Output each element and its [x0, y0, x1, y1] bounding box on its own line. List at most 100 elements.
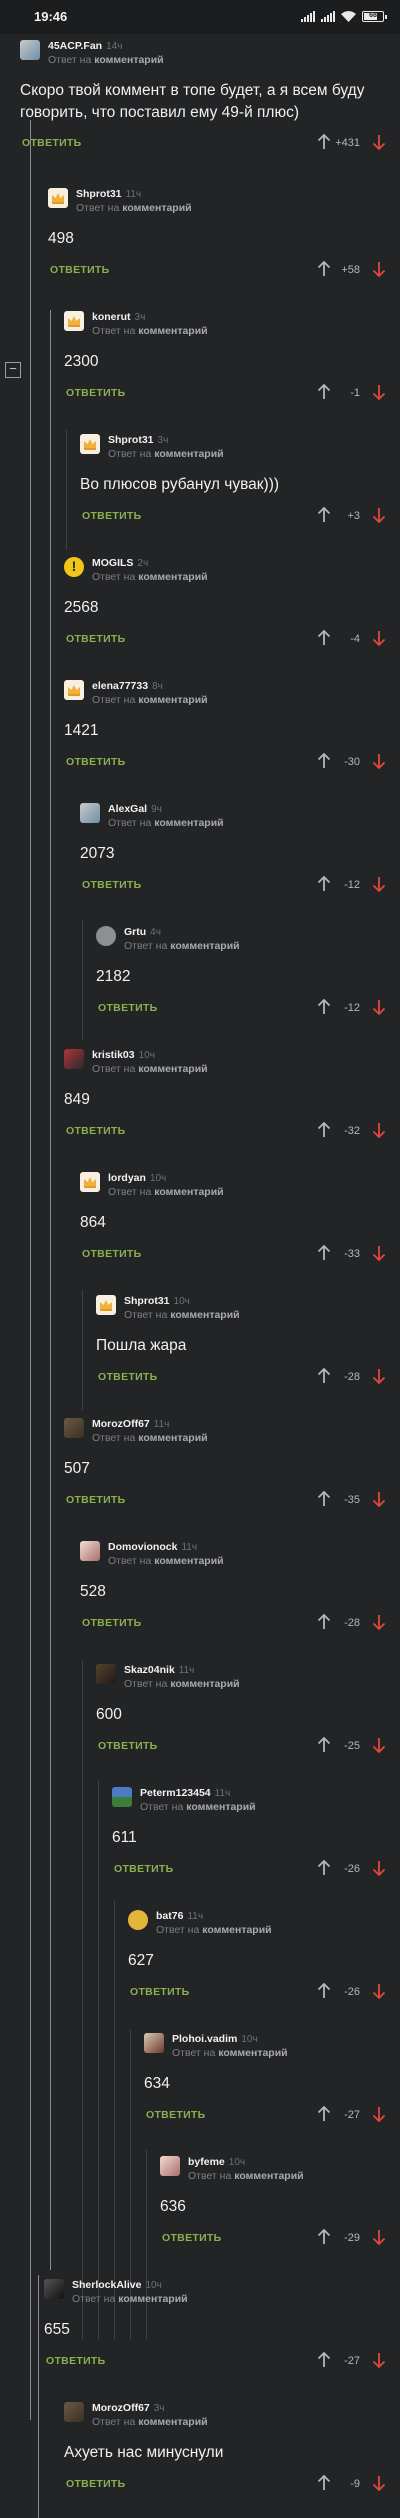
username[interactable]: Shprot31 10ч	[124, 1295, 190, 1307]
username-text[interactable]: MorozOff67	[92, 1418, 150, 1430]
username[interactable]: konerut 3ч	[92, 311, 145, 323]
avatar[interactable]	[80, 803, 100, 823]
avatar[interactable]	[128, 1910, 148, 1930]
reply-target-link[interactable]: комментарий	[138, 571, 207, 583]
avatar[interactable]	[20, 40, 40, 60]
username-text[interactable]: Shprot31	[108, 434, 154, 446]
arrow-down-icon[interactable]	[372, 1737, 386, 1754]
arrow-down-icon[interactable]	[372, 630, 386, 647]
reply-target-link[interactable]: комментарий	[94, 54, 163, 66]
username-text[interactable]: Shprot31	[76, 188, 122, 200]
reply-target-link[interactable]: комментарий	[186, 1801, 255, 1813]
arrow-down-icon[interactable]	[372, 1368, 386, 1385]
avatar[interactable]	[96, 1664, 116, 1684]
username[interactable]: 45ACP.Fan 14ч	[48, 40, 122, 52]
username-text[interactable]: elena77733	[92, 680, 148, 692]
arrow-down-icon[interactable]	[372, 507, 386, 524]
reply-button[interactable]: ОТВЕТИТЬ	[98, 1740, 158, 1752]
avatar[interactable]	[44, 2279, 64, 2299]
reply-target-link[interactable]: комментарий	[138, 2416, 207, 2428]
username[interactable]: bat76 11ч	[156, 1910, 203, 1922]
username[interactable]: MOGILS 2ч	[92, 557, 148, 569]
arrow-down-icon[interactable]	[372, 2475, 386, 2492]
username[interactable]: Grtu 4ч	[124, 926, 161, 938]
avatar[interactable]	[112, 1787, 132, 1807]
username-text[interactable]: Shprot31	[124, 1295, 170, 1307]
reply-button[interactable]: ОТВЕТИТЬ	[82, 1248, 142, 1260]
arrow-down-icon[interactable]	[372, 1122, 386, 1139]
arrow-down-icon[interactable]	[372, 261, 386, 278]
avatar[interactable]	[80, 1172, 100, 1192]
username-text[interactable]: Domovionock	[108, 1541, 177, 1553]
reply-target-link[interactable]: комментарий	[118, 2293, 187, 2305]
username[interactable]: lordyan 10ч	[108, 1172, 166, 1184]
username[interactable]: Skaz04nik 11ч	[124, 1664, 194, 1676]
arrow-down-icon[interactable]	[372, 2229, 386, 2246]
username[interactable]: Shprot31 11ч	[76, 188, 141, 200]
reply-button[interactable]: ОТВЕТИТЬ	[46, 2355, 106, 2367]
arrow-down-icon[interactable]	[372, 1491, 386, 1508]
reply-target-link[interactable]: комментарий	[170, 1678, 239, 1690]
username-text[interactable]: Plohoi.vadim	[172, 2033, 237, 2045]
reply-button[interactable]: ОТВЕТИТЬ	[66, 633, 126, 645]
avatar[interactable]	[64, 557, 84, 577]
reply-target-link[interactable]: комментарий	[138, 1063, 207, 1075]
avatar[interactable]	[64, 1049, 84, 1069]
username-text[interactable]: kristik03	[92, 1049, 135, 1061]
username-text[interactable]: 45ACP.Fan	[48, 40, 102, 52]
username-text[interactable]: Peterm123454	[140, 1787, 211, 1799]
reply-target-link[interactable]: комментарий	[170, 940, 239, 952]
avatar[interactable]	[64, 2402, 84, 2422]
username-text[interactable]: MOGILS	[92, 557, 133, 569]
reply-button[interactable]: ОТВЕТИТЬ	[50, 264, 110, 276]
arrow-down-icon[interactable]	[372, 2106, 386, 2123]
reply-target-link[interactable]: комментарий	[154, 448, 223, 460]
username[interactable]: Domovionock 11ч	[108, 1541, 197, 1553]
reply-button[interactable]: ОТВЕТИТЬ	[66, 756, 126, 768]
avatar[interactable]	[64, 1418, 84, 1438]
reply-button[interactable]: ОТВЕТИТЬ	[82, 879, 142, 891]
avatar[interactable]	[96, 1295, 116, 1315]
reply-target-link[interactable]: комментарий	[138, 1432, 207, 1444]
username-text[interactable]: AlexGal	[108, 803, 147, 815]
reply-button[interactable]: ОТВЕТИТЬ	[98, 1002, 158, 1014]
username-text[interactable]: byfeme	[188, 2156, 225, 2168]
avatar[interactable]	[64, 311, 84, 331]
reply-target-link[interactable]: комментарий	[138, 694, 207, 706]
reply-button[interactable]: ОТВЕТИТЬ	[82, 510, 142, 522]
arrow-down-icon[interactable]	[372, 876, 386, 893]
username-text[interactable]: bat76	[156, 1910, 183, 1922]
username[interactable]: SherlockAlive 10ч	[72, 2279, 162, 2291]
reply-target-link[interactable]: комментарий	[138, 325, 207, 337]
username[interactable]: byfeme 10ч	[188, 2156, 245, 2168]
username-text[interactable]: Grtu	[124, 926, 146, 938]
reply-target-link[interactable]: комментарий	[154, 1555, 223, 1567]
username-text[interactable]: SherlockAlive	[72, 2279, 141, 2291]
reply-target-link[interactable]: комментарий	[154, 817, 223, 829]
username[interactable]: kristik03 10ч	[92, 1049, 155, 1061]
reply-button[interactable]: ОТВЕТИТЬ	[22, 137, 82, 149]
arrow-down-icon[interactable]	[372, 1983, 386, 2000]
reply-target-link[interactable]: комментарий	[234, 2170, 303, 2182]
reply-button[interactable]: ОТВЕТИТЬ	[130, 1986, 190, 1998]
arrow-down-icon[interactable]	[372, 2352, 386, 2369]
username-text[interactable]: MorozOff67	[92, 2402, 150, 2414]
username[interactable]: MorozOff67 11ч	[92, 1418, 169, 1430]
username-text[interactable]: lordyan	[108, 1172, 146, 1184]
reply-button[interactable]: ОТВЕТИТЬ	[82, 1617, 142, 1629]
username[interactable]: Shprot31 3ч	[108, 434, 168, 446]
username[interactable]: MorozOff67 3ч	[92, 2402, 165, 2414]
reply-button[interactable]: ОТВЕТИТЬ	[66, 1494, 126, 1506]
avatar[interactable]	[80, 1541, 100, 1561]
avatar[interactable]	[48, 188, 68, 208]
reply-button[interactable]: ОТВЕТИТЬ	[114, 1863, 174, 1875]
reply-target-link[interactable]: комментарий	[170, 1309, 239, 1321]
avatar[interactable]	[64, 680, 84, 700]
reply-button[interactable]: ОТВЕТИТЬ	[146, 2109, 206, 2121]
avatar[interactable]	[80, 434, 100, 454]
username[interactable]: Peterm123454 11ч	[140, 1787, 230, 1799]
arrow-down-icon[interactable]	[372, 753, 386, 770]
username-text[interactable]: Skaz04nik	[124, 1664, 175, 1676]
reply-button[interactable]: ОТВЕТИТЬ	[98, 1371, 158, 1383]
avatar[interactable]	[96, 926, 116, 946]
